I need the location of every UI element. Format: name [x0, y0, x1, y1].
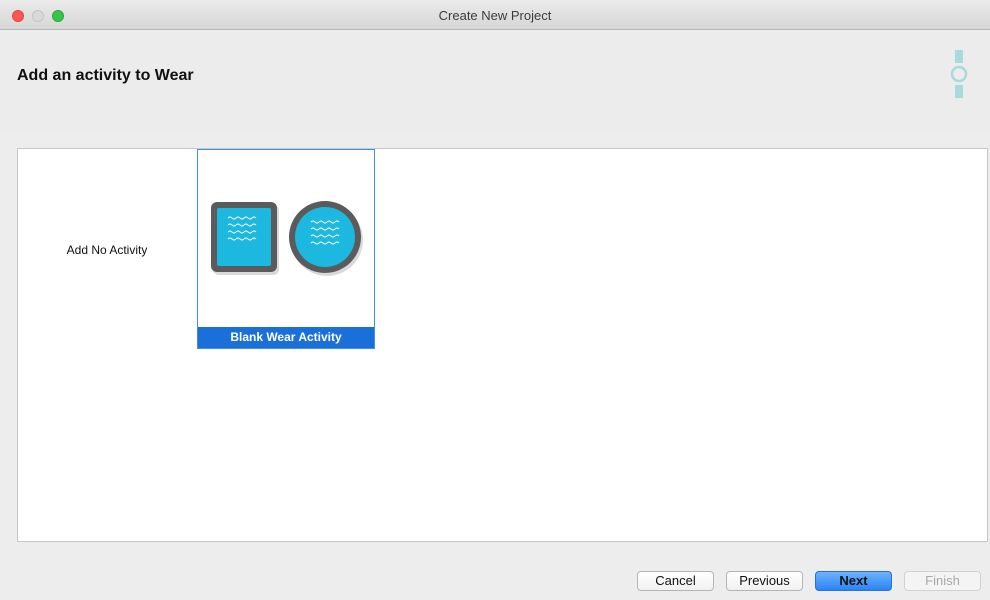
template-add-no-activity[interactable]: Add No Activity — [18, 149, 196, 349]
template-label: Add No Activity — [66, 243, 148, 257]
next-button[interactable]: Next — [815, 571, 892, 591]
template-blank-wear-activity[interactable]: Blank Wear Activity — [197, 149, 375, 349]
cancel-button[interactable]: Cancel — [637, 571, 714, 591]
title-bar[interactable]: Create New Project — [0, 0, 990, 30]
wear-watch-icon — [950, 50, 968, 98]
previous-button[interactable]: Previous — [726, 571, 803, 591]
create-project-window: Create New Project Add an activity to We… — [0, 0, 990, 600]
page-title: Add an activity to Wear — [17, 67, 194, 84]
activity-gallery: Add No Activity Blank Wear Activity — [17, 148, 988, 542]
wear-devices-icon — [211, 201, 363, 276]
template-label: Blank Wear Activity — [198, 327, 374, 348]
finish-button: Finish — [904, 571, 981, 591]
wizard-footer: Cancel Previous Next Finish — [0, 560, 990, 600]
wizard-header: Add an activity to Wear — [0, 31, 990, 131]
window-title: Create New Project — [438, 8, 552, 23]
